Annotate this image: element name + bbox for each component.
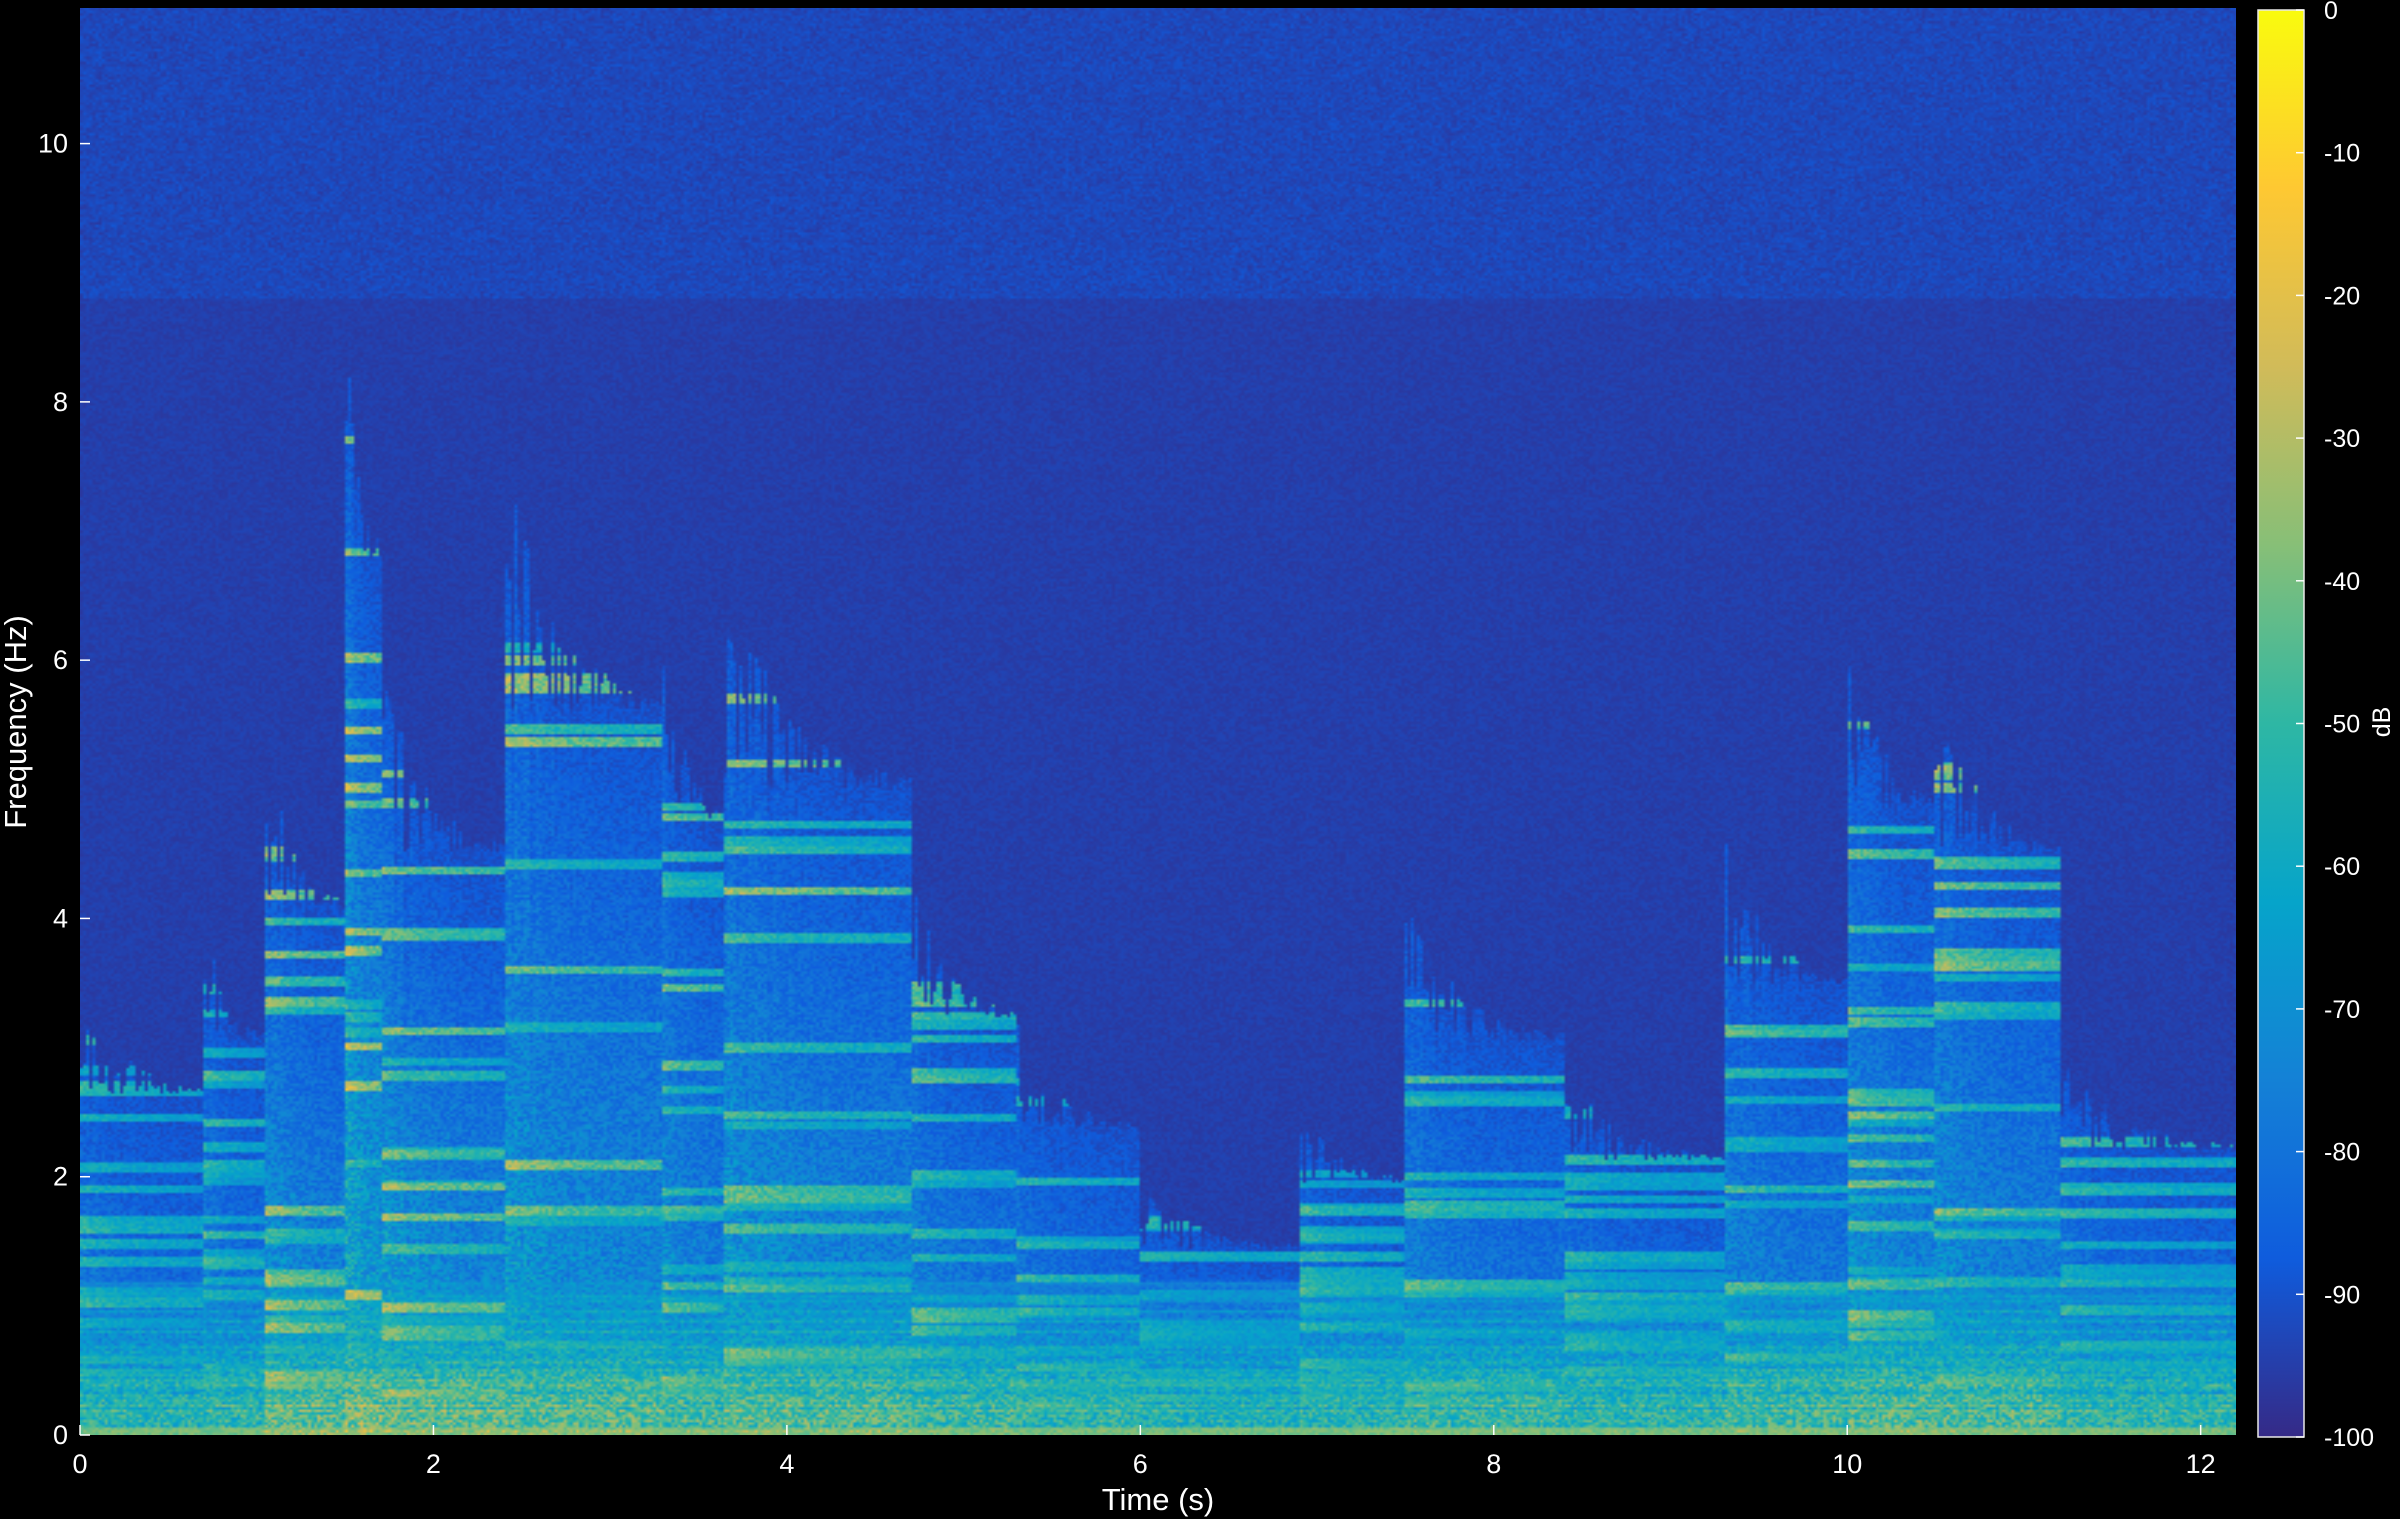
colorbar-tick-label: -60: [2324, 853, 2360, 881]
colorbar-tick-label: -10: [2324, 140, 2360, 168]
x-tick-label: 12: [2186, 1449, 2216, 1479]
x-tick-label: 0: [72, 1449, 87, 1479]
plot-area: [80, 8, 2236, 1435]
colorbar-label: dB: [2368, 707, 2396, 738]
y-axis-label: Frequency (Hz): [0, 615, 33, 829]
x-tick-label: 4: [779, 1449, 794, 1479]
y-tick-label: 2: [53, 1162, 68, 1192]
x-axis-label: Time (s): [1102, 1482, 1215, 1517]
x-tick-label: 6: [1133, 1449, 1148, 1479]
colorbar-tick-label: -20: [2324, 282, 2360, 310]
colorbar-tick-label: -70: [2324, 996, 2360, 1024]
colorbar-tick-label: -100: [2324, 1424, 2374, 1452]
colorbar-tick-label: 0: [2324, 0, 2338, 25]
x-tick-label: 8: [1486, 1449, 1501, 1479]
y-tick-label: 4: [53, 903, 68, 933]
colorbar-tick-label: -50: [2324, 711, 2360, 739]
x-tick-label: 10: [1832, 1449, 1862, 1479]
x-tick-label: 2: [426, 1449, 441, 1479]
spectrogram-image: [80, 8, 2236, 1435]
y-tick-label: 0: [53, 1420, 68, 1450]
y-tick-label: 10: [38, 129, 68, 159]
colorbar-tick-label: -80: [2324, 1139, 2360, 1167]
y-tick-label: 6: [53, 645, 68, 675]
colorbar-tick-label: -40: [2324, 568, 2360, 596]
y-tick-label: 8: [53, 387, 68, 417]
colorbar-tick-label: -30: [2324, 425, 2360, 453]
spectrogram-chart: 0 2 4 6 8 10 12 0 2 4 6 8 10 Time (s) Frequency (Hz…: [0, 0, 2400, 1519]
colorbar-tick-label: -90: [2324, 1281, 2360, 1309]
